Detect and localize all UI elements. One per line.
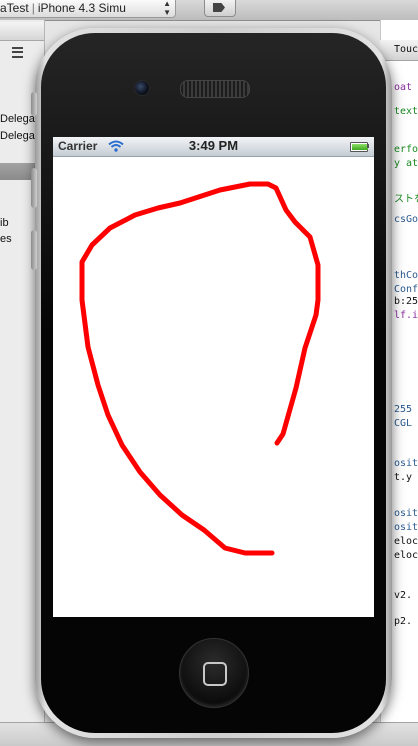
scheme-destination: iPhone 4.3 Simu [37,1,126,15]
code-line: eloc [394,550,418,561]
navigator-item[interactable]: ib [0,217,9,229]
home-square-icon [203,662,227,686]
battery-tip [367,144,369,148]
code-line: v2. [394,590,413,601]
code-line: oat [394,82,413,93]
code-line: y at [394,158,418,169]
code-line: 255 [394,404,413,415]
mute-switch [31,92,37,116]
breakpoint-icon [213,3,225,12]
code-line: p2. [394,616,413,627]
status-bar: Carrier 3:49 PM [53,137,374,157]
code-line: b:25 [394,296,418,307]
speaker-grille [180,80,250,98]
popup-arrows-icon: ▲ ▼ [163,0,171,17]
code-line: thCo [394,270,418,281]
home-button[interactable] [179,638,249,708]
simulator-screen[interactable]: Carrier 3:49 PM [53,137,374,617]
code-line: erfo [394,144,418,155]
scheme-popup[interactable]: aTest | iPhone 4.3 Simu ▲ ▼ [0,0,176,18]
code-line: t.y [394,472,413,483]
camera-icon [134,80,150,96]
navigator-item[interactable]: Delega [0,113,35,125]
code-line: lf.i [394,310,418,321]
list-icon[interactable] [12,47,23,58]
volume-down-button [31,230,37,270]
code-line: osit [394,458,418,469]
code-line: csGo [394,214,418,225]
navigator-item[interactable]: es [0,233,12,245]
code-line: eloc [394,536,418,547]
battery-icon [350,142,368,152]
drawn-stroke [79,181,321,556]
drawing-canvas[interactable] [53,137,374,617]
code-line: Touc [394,44,418,55]
battery-fill [352,144,368,150]
code-line: Conf [394,284,418,295]
navigator-item[interactable]: Delega [0,130,35,142]
code-line: text [394,106,418,117]
code-line: CGL [394,418,413,429]
navigator-bar [0,22,44,41]
breakpoints-button[interactable] [204,0,236,17]
code-line: osit [394,508,418,519]
code-line: osit [394,522,418,533]
clock: 3:49 PM [188,138,239,153]
code-line: ストを [394,194,418,205]
scheme-separator: | [31,1,35,15]
scheme-app-name: aTest [0,1,29,15]
volume-up-button [31,168,37,208]
